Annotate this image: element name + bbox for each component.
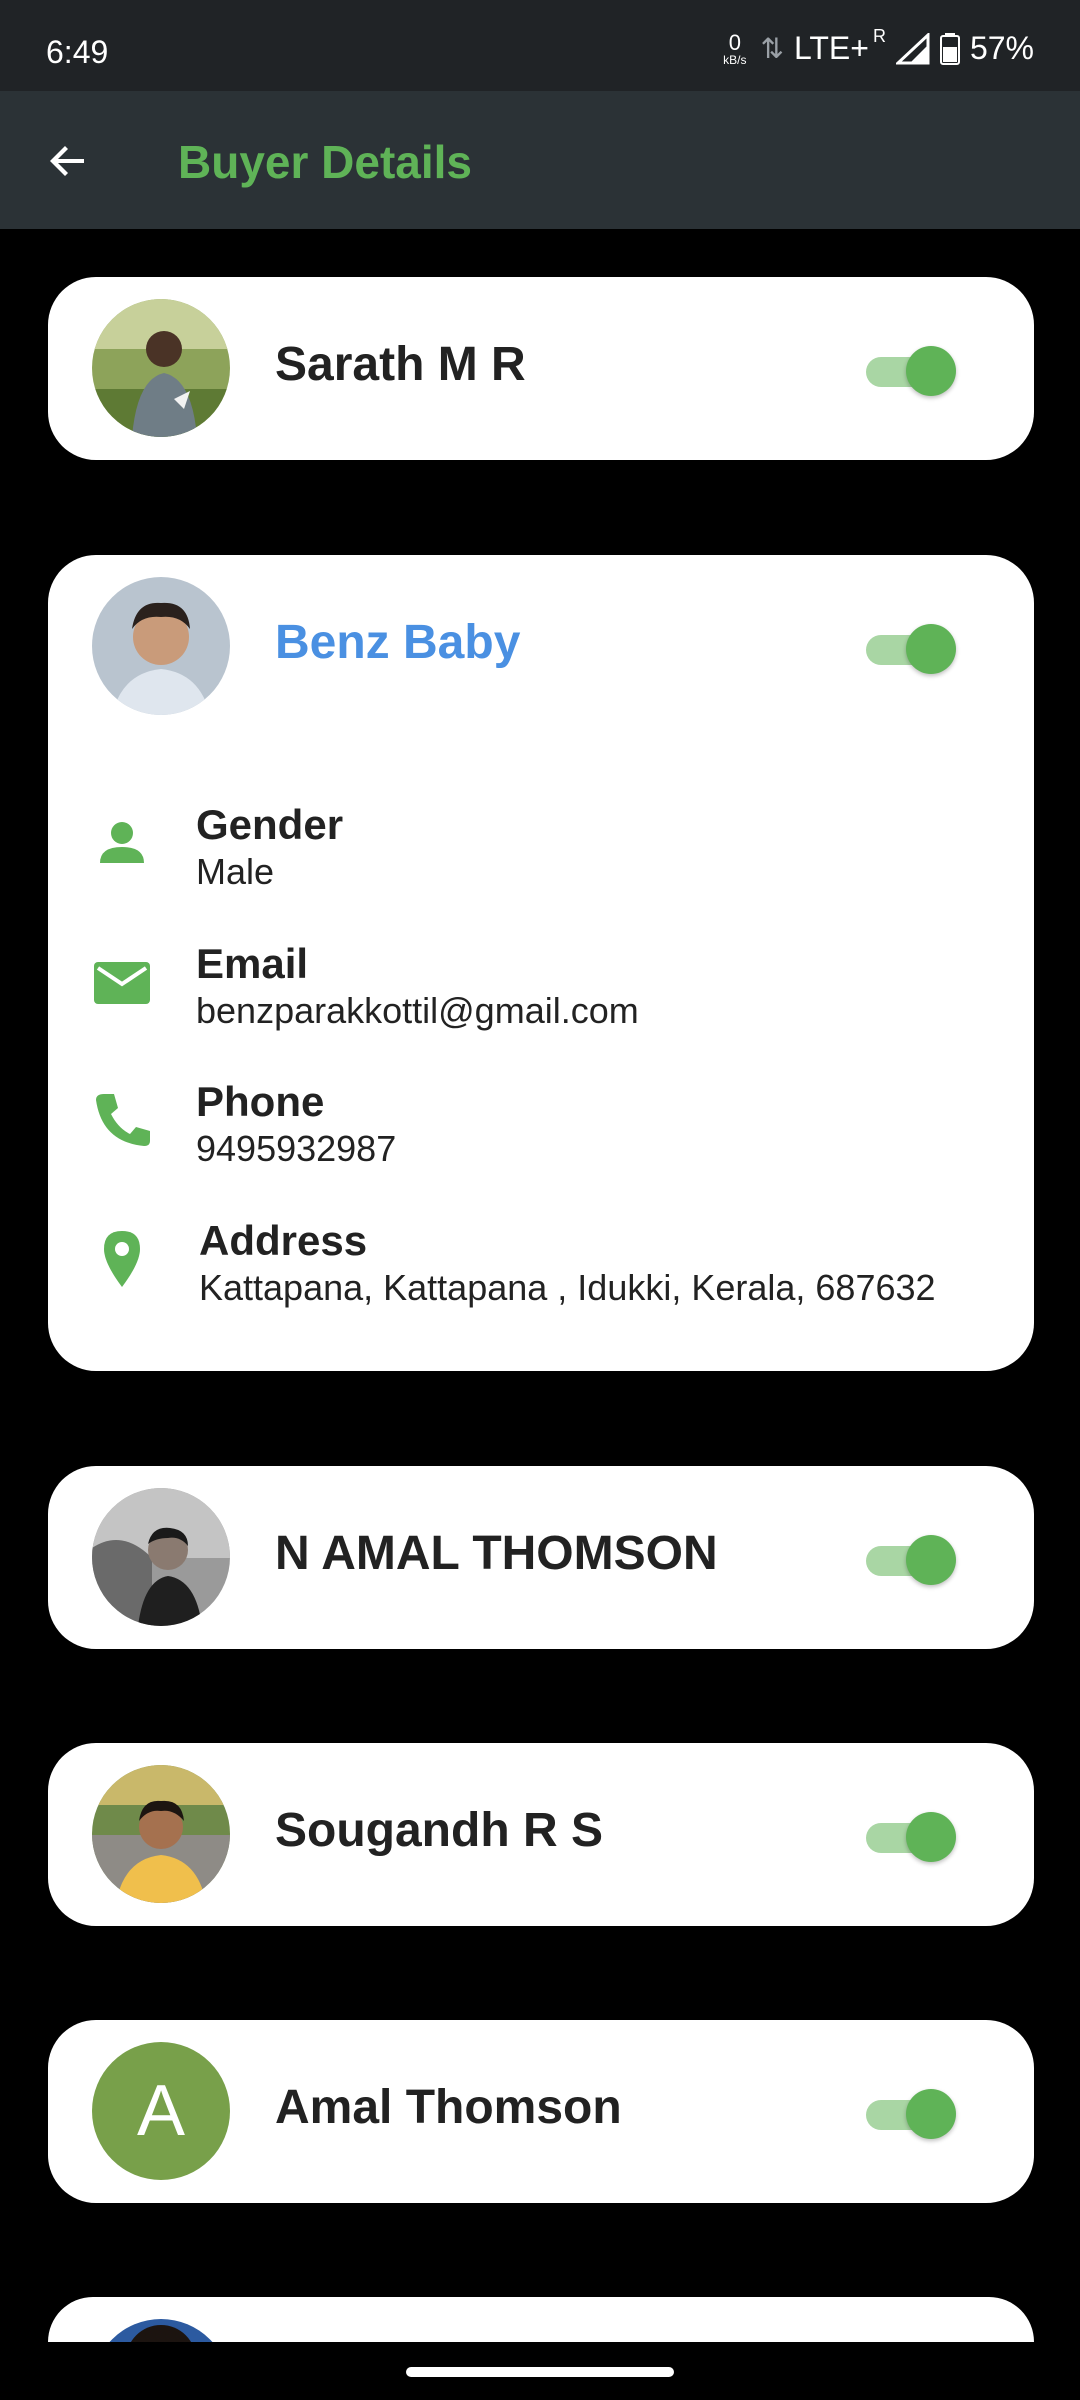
- toggle-thumb: [906, 1535, 956, 1585]
- data-speed: 0 kB/s: [723, 29, 747, 67]
- detail-label: Gender: [196, 801, 344, 848]
- detail-label: Email: [196, 940, 309, 987]
- buyer-enabled-toggle[interactable]: [866, 2089, 958, 2139]
- toggle-thumb: [906, 624, 956, 674]
- detail-value: Kattapana, Kattapana , Idukki, Kerala, 6…: [199, 1267, 936, 1308]
- buyer-name: Sougandh R S: [275, 1804, 603, 1857]
- buyer-enabled-toggle[interactable]: [866, 346, 958, 396]
- buyer-enabled-toggle[interactable]: [866, 624, 958, 674]
- avatar: [92, 1765, 230, 1903]
- network-type: LTE+: [793, 30, 869, 66]
- detail-value: Male: [196, 851, 275, 892]
- buyer-name: Sarath M R: [275, 338, 526, 391]
- detail-address: Address Kattapana, Kattapana , Idukki, K…: [92, 1209, 1012, 1309]
- detail-value: 9495932987: [196, 1128, 397, 1169]
- toggle-thumb: [906, 1812, 956, 1862]
- home-indicator[interactable]: [406, 2367, 674, 2377]
- person-icon: [100, 822, 144, 863]
- signal-icon: [895, 32, 930, 64]
- buyer-name: Amal Thomson: [275, 2081, 622, 2134]
- detail-label: Phone: [196, 1078, 325, 1125]
- buyer-card[interactable]: N AMAL THOMSON: [48, 1466, 1034, 1649]
- detail-email: Email benzparakkottil@gmail.com: [92, 932, 1012, 1032]
- avatar: [92, 299, 230, 437]
- detail-value: benzparakkottil@gmail.com: [196, 990, 639, 1031]
- detail-label: Address: [199, 1217, 368, 1264]
- status-time: 6:49: [46, 34, 109, 70]
- email-icon: [94, 962, 150, 1004]
- data-transfer-icon: ⇅: [760, 33, 784, 64]
- avatar: [92, 1488, 230, 1626]
- back-arrow-icon[interactable]: [44, 137, 92, 185]
- page-title: Buyer Details: [178, 136, 473, 188]
- avatar: [92, 2319, 230, 2342]
- app-bar: Buyer Details: [0, 91, 1080, 229]
- battery-icon: [939, 32, 960, 65]
- buyer-name: Benz Baby: [275, 616, 521, 669]
- toggle-thumb: [906, 2089, 956, 2139]
- buyer-card[interactable]: Sarath M R: [48, 277, 1034, 460]
- buyer-card[interactable]: Sougandh R S: [48, 1743, 1034, 1926]
- avatar: A: [92, 2042, 230, 2180]
- data-speed-unit: kB/s: [723, 52, 747, 67]
- toggle-thumb: [906, 346, 956, 396]
- battery-level: 57%: [969, 30, 1034, 66]
- detail-gender: Gender Male: [92, 793, 1012, 893]
- avatar-initial: A: [136, 2071, 186, 2151]
- buyer-card[interactable]: A Amal Thomson: [48, 2020, 1034, 2203]
- phone-icon: [96, 1094, 150, 1146]
- detail-phone: Phone 9495932987: [92, 1070, 1012, 1170]
- status-bar: 6:49 0 kB/s ⇅ LTE+ R 57%: [0, 0, 1080, 91]
- location-pin-icon: [104, 1231, 140, 1287]
- buyer-card-partial[interactable]: [48, 2297, 1034, 2342]
- roaming-indicator: R: [872, 26, 886, 46]
- buyer-name: N AMAL THOMSON: [275, 1527, 718, 1580]
- buyer-enabled-toggle[interactable]: [866, 1812, 958, 1862]
- status-icons: 0 kB/s ⇅ LTE+ R 57%: [723, 26, 1034, 67]
- buyer-enabled-toggle[interactable]: [866, 1535, 958, 1585]
- data-speed-value: 0: [728, 29, 741, 55]
- buyer-card-expanded[interactable]: Benz Baby Gender Male Email benzparakkot…: [48, 555, 1034, 1371]
- avatar: [92, 577, 230, 715]
